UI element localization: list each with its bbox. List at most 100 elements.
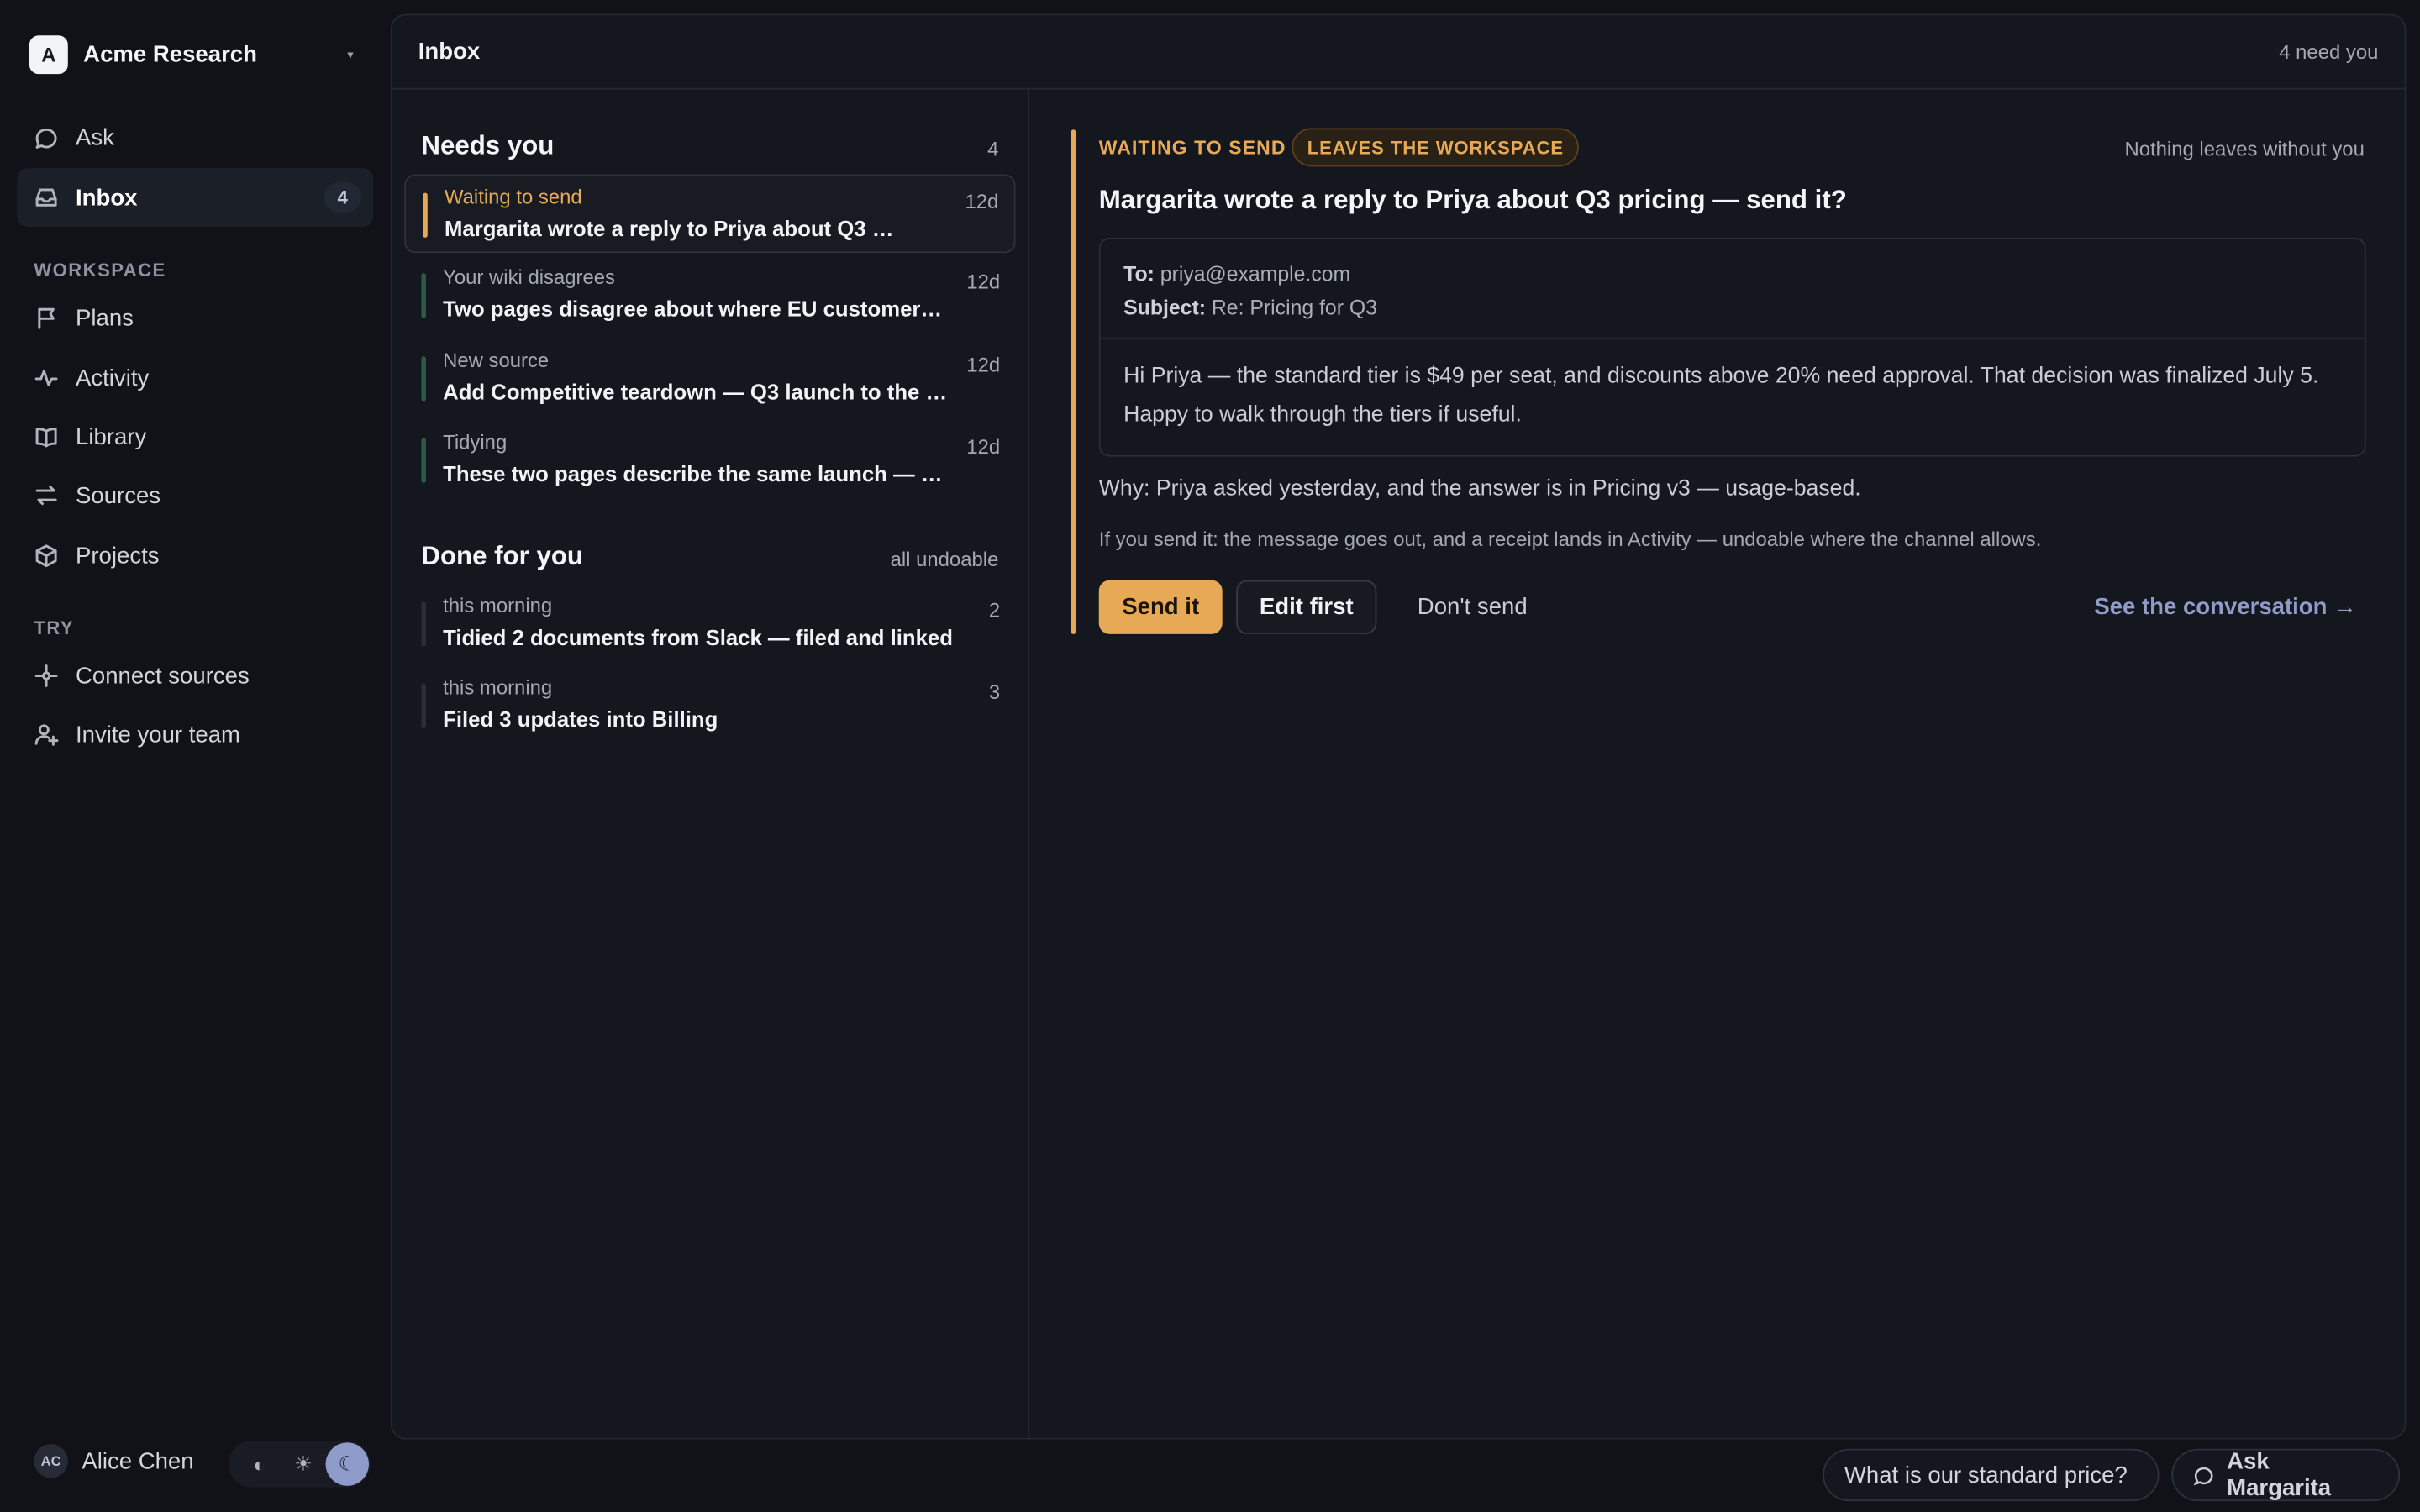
chevron-down-icon: ▾: [347, 47, 354, 61]
email-body: Hi Priya — the standard tier is $49 per …: [1123, 364, 2319, 428]
list-item-kicker: Your wiki disagrees: [443, 265, 615, 289]
connect-spark-icon: [34, 664, 58, 688]
nav-item-connect-sources[interactable]: Connect sources: [17, 647, 373, 706]
list-item-kicker: New source: [443, 349, 550, 372]
all-undoable-note: all undoable: [890, 548, 999, 571]
inbox-panel: Inbox 4 need you Needs you 4 Waiting to …: [390, 13, 2407, 1440]
nav-item-library[interactable]: Library: [17, 407, 373, 466]
list-item[interactable]: New source Add Competitive teardown — Q3…: [404, 339, 1015, 418]
avatar: AC: [34, 1444, 68, 1478]
leaves-workspace-badge: LEAVES THE WORKSPACE: [1292, 128, 1580, 167]
done-for-you-heading: Done for you: [421, 541, 583, 571]
email-preview: To: priya@example.com Subject: Re: Prici…: [1098, 237, 2366, 457]
status-bar: [421, 683, 426, 728]
list-item-kicker: Waiting to send: [444, 185, 582, 208]
nav-item-ask[interactable]: Ask: [17, 108, 373, 167]
dont-send-button[interactable]: Don't send: [1395, 580, 1549, 634]
nav-item-plans[interactable]: Plans: [17, 288, 373, 347]
need-you-count: 4 need you: [2279, 39, 2379, 64]
panel-header: Inbox 4 need you: [392, 15, 2405, 90]
list-item-time: 12d: [966, 270, 1001, 293]
chat-bubble-icon: [2193, 1467, 2213, 1486]
email-to-row: To: priya@example.com: [1123, 258, 2341, 291]
list-item[interactable]: Waiting to send Margarita wrote a reply …: [404, 174, 1016, 254]
email-subject-row: Subject: Re: Pricing for Q3: [1123, 291, 2341, 325]
accent-bar: [1071, 129, 1076, 634]
section-label-try: TRY: [34, 617, 75, 639]
workspace-logo: A: [29, 34, 68, 74]
activity-pulse-icon: [34, 365, 58, 390]
inbox-list: Needs you 4 Waiting to send Margarita wr…: [392, 89, 1030, 1438]
nav-label-activity: Activity: [75, 365, 150, 391]
ask-assistant-label: Ask Margarita: [2227, 1448, 2332, 1502]
status-bar: [421, 273, 426, 318]
nav-label-inbox: Inbox: [75, 184, 138, 211]
why-explanation: Why: Priya asked yesterday, and the answ…: [1098, 476, 1861, 501]
nav-item-invite-team[interactable]: Invite your team: [17, 705, 373, 764]
section-label-workspace: WORKSPACE: [34, 259, 166, 281]
if-send-note: If you send it: the message goes out, an…: [1098, 528, 2042, 551]
send-button[interactable]: Send it: [1098, 580, 1223, 634]
ask-assistant-button[interactable]: Ask Margarita: [2171, 1448, 2401, 1502]
sun-icon[interactable]: ☀: [281, 1442, 324, 1485]
open-book-icon: [34, 424, 58, 449]
edit-first-button[interactable]: Edit first: [1236, 580, 1377, 634]
nav-label-projects: Projects: [75, 542, 160, 569]
chat-bubble-icon: [34, 125, 58, 150]
status-bar: [423, 192, 428, 238]
list-item-title: Two pages disagree about where EU custom…: [443, 296, 952, 322]
list-item-title: Tidied 2 documents from Slack — filed an…: [443, 624, 953, 650]
status-bar: [421, 601, 426, 647]
to-label: To:: [1123, 262, 1155, 286]
list-item[interactable]: Tidying These two pages describe the sam…: [404, 421, 1015, 500]
flag-icon: [34, 306, 58, 330]
nav-label-connect: Connect sources: [75, 662, 250, 690]
user-plus-icon: [34, 722, 59, 747]
nav-label-invite: Invite your team: [75, 721, 241, 748]
inbox-count-badge: 4: [324, 181, 361, 213]
detail-title: Margarita wrote a reply to Priya about Q…: [1098, 185, 1847, 215]
moon-icon[interactable]: ☾: [325, 1442, 369, 1486]
list-item-time: 12d: [966, 353, 1001, 377]
subject-text: Re: Pricing for Q3: [1211, 296, 1377, 320]
list-item-kicker: Tidying: [443, 430, 508, 454]
email-meta: To: priya@example.com Subject: Re: Prici…: [1100, 239, 2365, 340]
list-item[interactable]: this morning Tidied 2 documents from Sla…: [404, 585, 1015, 664]
workspace-switcher[interactable]: A Acme Research ▾: [29, 34, 369, 74]
list-item-count: 2: [988, 598, 1001, 622]
nav-label-plans: Plans: [75, 304, 134, 331]
nothing-leaves-note: Nothing leaves without you: [2124, 137, 2365, 161]
see-conversation-link[interactable]: See the conversation →: [2094, 594, 2356, 620]
suggested-question-button[interactable]: What is our standard price?: [1823, 1448, 2160, 1502]
subject-label: Subject:: [1123, 296, 1206, 320]
workspace-name: Acme Research: [83, 40, 257, 67]
arrows-swap-icon: [34, 483, 58, 507]
list-item-time: 12d: [966, 434, 1001, 459]
inbox-icon: [34, 185, 58, 209]
list-item[interactable]: Your wiki disagrees Two pages disagree a…: [404, 256, 1015, 335]
list-item-title: Add Competitive teardown — Q3 launch to …: [443, 379, 953, 405]
needs-you-heading: Needs you: [421, 131, 555, 161]
nav-item-sources[interactable]: Sources: [17, 466, 373, 525]
list-item-title: Margarita wrote a reply to Priya about Q…: [444, 216, 902, 241]
nav-label-ask: Ask: [75, 123, 114, 151]
nav-item-projects[interactable]: Projects: [17, 526, 373, 585]
nav-item-activity[interactable]: Activity: [17, 349, 373, 407]
list-item-count: 3: [988, 680, 1001, 704]
nav-item-inbox[interactable]: Inbox 4: [17, 168, 374, 227]
user-profile[interactable]: AC Alice Chen: [34, 1444, 194, 1478]
list-item-kicker: this morning: [443, 594, 553, 617]
sidebar: A Acme Research ▾ Ask Inbox 4 WORKSPACE …: [0, 0, 389, 1512]
cube-icon: [34, 543, 58, 568]
status-bar: [421, 356, 426, 402]
auto-theme-icon[interactable]: ◐: [238, 1442, 281, 1485]
nav-label-library: Library: [75, 423, 147, 450]
page-title: Inbox: [418, 38, 481, 66]
status-bar: [421, 438, 426, 483]
list-item[interactable]: this morning Filed 3 updates into Billin…: [404, 666, 1015, 745]
to-address: priya@example.com: [1160, 262, 1351, 286]
user-name: Alice Chen: [82, 1447, 194, 1474]
list-item-time: 12d: [965, 189, 999, 213]
nav-label-sources: Sources: [75, 481, 161, 509]
needs-you-count: 4: [987, 137, 999, 161]
